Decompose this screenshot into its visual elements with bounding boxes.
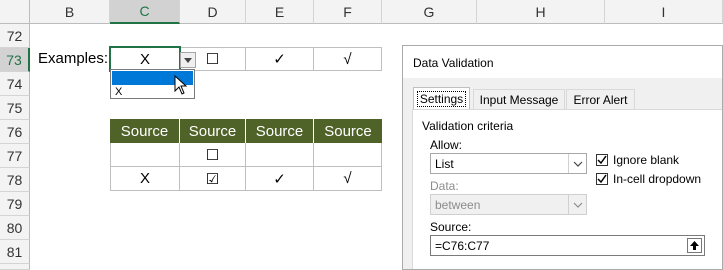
data-select[interactable]: between <box>430 194 587 215</box>
allow-select[interactable]: List <box>430 153 587 174</box>
column-header-e[interactable]: E <box>246 0 314 24</box>
column-header-b[interactable]: B <box>30 0 110 24</box>
source-input[interactable]: =C76:C77 <box>430 235 705 256</box>
source-header-d[interactable]: Source <box>180 119 246 143</box>
chevron-down-icon <box>568 195 586 214</box>
incell-dropdown-checkbox[interactable]: In-cell dropdown <box>596 172 701 186</box>
allow-select-value: List <box>435 157 454 171</box>
data-label: Data: <box>430 179 459 193</box>
chevron-down-icon <box>568 154 586 173</box>
source-cell-c78[interactable]: X <box>110 167 180 191</box>
source-cell-d78[interactable]: ☑ <box>180 167 246 191</box>
column-header-h[interactable]: H <box>477 0 605 24</box>
example-cell-e73[interactable]: ✓ <box>246 47 314 71</box>
ignore-blank-check-icon <box>596 154 608 166</box>
dialog-titlebar[interactable]: Data Validation <box>403 46 722 78</box>
row-header-73[interactable]: 73 <box>0 48 30 72</box>
chevron-down-icon <box>184 57 192 63</box>
tab-error-alert[interactable]: Error Alert <box>566 89 635 109</box>
data-select-value: between <box>435 198 481 212</box>
tab-settings[interactable]: Settings <box>413 87 470 110</box>
row-header-75[interactable]: 75 <box>0 96 30 120</box>
source-cell-f77[interactable] <box>314 143 382 167</box>
row-header-74[interactable]: 74 <box>0 72 30 96</box>
mouse-cursor-icon <box>174 75 187 95</box>
source-label: Source: <box>430 220 472 234</box>
row-header-77[interactable]: 77 <box>0 144 30 168</box>
source-cell-c77[interactable] <box>110 143 180 167</box>
arrow-up-icon <box>690 241 699 250</box>
source-cell-e77[interactable] <box>246 143 314 167</box>
validation-criteria-heading: Validation criteria <box>422 119 514 133</box>
tab-input-message[interactable]: Input Message <box>473 89 565 109</box>
tab-settings-label: Settings <box>416 91 467 107</box>
example-cell-f73[interactable]: √ <box>314 47 382 71</box>
collapse-dialog-button[interactable] <box>687 238 702 253</box>
cell-dropdown-button[interactable] <box>180 52 196 68</box>
row-header-82[interactable] <box>0 264 30 270</box>
row-header-80[interactable]: 80 <box>0 216 30 240</box>
ignore-blank-checkbox[interactable]: Ignore blank <box>596 153 679 167</box>
source-cell-f78[interactable]: √ <box>314 167 382 191</box>
incell-dropdown-label: In-cell dropdown <box>613 172 702 186</box>
column-header-i[interactable]: I <box>605 0 723 24</box>
source-header-e[interactable]: Source <box>246 119 314 143</box>
data-validation-dialog[interactable]: Data Validation Settings Input Message E… <box>402 45 723 270</box>
source-input-value: =C76:C77 <box>435 239 490 253</box>
examples-label: Examples: <box>38 50 109 67</box>
row-header-72[interactable]: 72 <box>0 24 30 48</box>
column-header-f[interactable]: F <box>314 0 382 24</box>
dialog-title: Data Validation <box>413 56 494 70</box>
source-cell-d77[interactable]: ☐ <box>180 143 246 167</box>
source-cell-e78[interactable]: ✓ <box>246 167 314 191</box>
select-all-corner[interactable] <box>0 0 30 24</box>
row-header-79[interactable]: 79 <box>0 192 30 216</box>
allow-label: Allow: <box>430 138 463 152</box>
column-header-d[interactable]: D <box>180 0 246 24</box>
row-header-81[interactable]: 81 <box>0 240 30 264</box>
source-header-f[interactable]: Source <box>314 119 382 143</box>
incell-dropdown-check-icon <box>596 173 608 185</box>
source-header-c[interactable]: Source <box>110 119 180 143</box>
column-header-c[interactable]: C <box>110 0 180 24</box>
row-header-76[interactable]: 76 <box>0 120 30 144</box>
row-header-78[interactable]: 78 <box>0 168 30 192</box>
settings-panel: Validation criteria Allow: List Ignore b… <box>412 109 722 269</box>
ignore-blank-label: Ignore blank <box>613 153 680 167</box>
column-header-g[interactable]: G <box>382 0 477 24</box>
